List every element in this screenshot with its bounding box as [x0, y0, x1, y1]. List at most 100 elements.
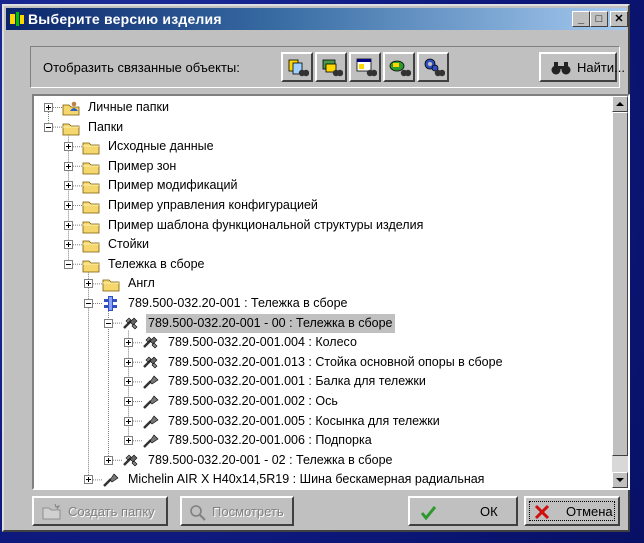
vertical-scrollbar[interactable]	[612, 96, 628, 488]
tree-node-label: Стойки	[108, 237, 149, 252]
expand-plus-icon[interactable]	[124, 377, 133, 387]
collapse-minus-icon[interactable]	[104, 318, 113, 328]
title-bar[interactable]: Выберите версию изделия _ □ ✕	[6, 8, 628, 30]
ok-button[interactable]: ОК	[408, 496, 518, 526]
cancel-x-icon	[534, 504, 550, 520]
expand-plus-icon[interactable]	[124, 357, 133, 367]
cancel-label: Отмена	[566, 504, 613, 519]
view-button[interactable]: Посмотреть	[180, 496, 294, 526]
tree-node-label: 789.500-032.20-001.004 : Колесо	[168, 335, 357, 350]
scroll-up-arrow[interactable]	[612, 96, 628, 112]
tree-node-label: 789.500-032.20-001 - 02 : Тележка в сбор…	[148, 452, 393, 467]
find-button[interactable]: Найти...	[539, 52, 625, 82]
folder-icon	[82, 240, 100, 253]
expand-plus-icon[interactable]	[44, 103, 53, 112]
collapse-minus-icon[interactable]	[44, 122, 53, 132]
expand-plus-icon[interactable]	[64, 201, 73, 210]
assembly-icon	[143, 356, 158, 369]
scroll-down-arrow[interactable]	[612, 472, 628, 488]
maximize-icon: □	[595, 13, 603, 25]
tree-node-label: Пример управления конфигурацией	[108, 198, 318, 212]
folder-icon	[82, 181, 100, 194]
related-objects-label: Отобразить связанные объекты:	[43, 60, 240, 75]
assembly-icon	[123, 317, 138, 330]
expand-plus-icon[interactable]	[124, 416, 133, 426]
collapse-minus-icon[interactable]	[84, 299, 93, 308]
folder-tree[interactable]: Личные папки Папки Исходные данные Пример з…	[32, 94, 630, 490]
maximize-button[interactable]: □	[590, 11, 608, 27]
checkmark-icon	[420, 506, 437, 521]
link-objects-icon-2	[322, 59, 343, 77]
tree-node-label: Тележка в сборе	[108, 256, 205, 271]
personal-folder-icon	[62, 101, 80, 116]
tree-node-label: Папки	[88, 119, 124, 134]
cancel-button[interactable]: Отмена	[524, 496, 620, 526]
tree-node-label: 789.500-032.20-001.013 : Стойка основной…	[168, 354, 503, 369]
tree-node-label: 789.500-032.20-001.001 : Балка для тележ…	[168, 374, 426, 389]
find-button-label: Найти...	[577, 60, 625, 75]
magnifier-icon	[190, 505, 206, 521]
collapse-minus-icon[interactable]	[64, 259, 73, 269]
expand-plus-icon[interactable]	[124, 338, 133, 348]
related-objects-button-3[interactable]	[349, 52, 381, 82]
tree-node-label: 789.500-032.20-001.006 : Подпорка	[168, 433, 372, 448]
ok-label: ОК	[480, 504, 498, 519]
link-objects-icon-3	[356, 58, 377, 77]
expand-plus-icon[interactable]	[124, 397, 133, 406]
expand-plus-icon[interactable]	[124, 436, 133, 446]
folder-icon	[82, 162, 100, 175]
arrow-up-icon	[616, 102, 624, 106]
app-icon	[10, 12, 24, 26]
tree-node-label: Пример модификаций	[108, 178, 238, 193]
tree-node-label: 789.500-032.20-001.002 : Ось	[168, 394, 338, 408]
window-title: Выберите версию изделия	[28, 11, 222, 27]
scroll-thumb[interactable]	[612, 112, 628, 456]
tree-node-label: Michelin AIR X H40x14,5R19 : Шина бескам…	[128, 472, 485, 487]
tree-node-label: Пример шаблона функциональной структуры …	[108, 217, 424, 232]
related-objects-toolbar: Отобразить связанные объекты: Найти...	[30, 46, 625, 88]
close-icon: ✕	[614, 13, 624, 25]
assembly-icon	[123, 454, 138, 467]
minimize-icon: _	[577, 13, 585, 25]
part-icon	[143, 395, 159, 409]
related-objects-button-1[interactable]	[281, 52, 313, 82]
create-folder-button[interactable]: Создать папку	[32, 496, 168, 526]
part-icon	[103, 473, 119, 488]
related-objects-button-5[interactable]	[417, 52, 449, 82]
related-objects-button-4[interactable]	[383, 52, 415, 82]
expand-plus-icon[interactable]	[64, 181, 73, 191]
expand-plus-icon[interactable]	[64, 220, 73, 230]
minimize-button[interactable]: _	[572, 11, 590, 27]
arrow-down-icon	[616, 478, 624, 482]
part-icon	[143, 375, 159, 390]
expand-plus-icon[interactable]	[64, 161, 73, 171]
tree-node-label: 789.500-032.20-001 - 00 : Тележка в сбор…	[146, 313, 395, 333]
expand-plus-icon[interactable]	[84, 279, 93, 289]
tree-node-label: 789.500-032.20-001 : Тележка в сборе	[128, 296, 348, 310]
link-objects-icon-5	[424, 58, 445, 77]
binoculars-icon	[551, 62, 571, 75]
expand-plus-icon[interactable]	[104, 455, 113, 465]
link-objects-icon-1	[288, 59, 309, 77]
view-label: Посмотреть	[212, 504, 284, 519]
link-objects-icon-4	[389, 60, 411, 77]
folder-icon	[82, 221, 100, 233]
close-button[interactable]: ✕	[610, 11, 628, 27]
folder-icon	[82, 142, 100, 155]
expand-plus-icon[interactable]	[84, 475, 93, 485]
related-objects-button-2[interactable]	[315, 52, 347, 82]
assembly-icon	[143, 336, 158, 349]
tree-node-label: Англ	[128, 276, 155, 291]
new-folder-icon	[42, 503, 61, 520]
tree-node-label: Пример зон	[108, 158, 177, 173]
product-icon	[104, 296, 117, 311]
tree-node-label: Исходные данные	[108, 139, 214, 154]
expand-plus-icon[interactable]	[64, 142, 73, 152]
part-icon	[143, 434, 159, 449]
part-icon	[143, 415, 159, 429]
tree-node-label: Личные папки	[88, 100, 169, 114]
expand-plus-icon[interactable]	[64, 240, 73, 250]
folder-icon	[82, 260, 100, 273]
dialog-window: Выберите версию изделия _ □ ✕ Отобразить…	[2, 4, 630, 532]
folder-icon	[62, 123, 80, 135]
